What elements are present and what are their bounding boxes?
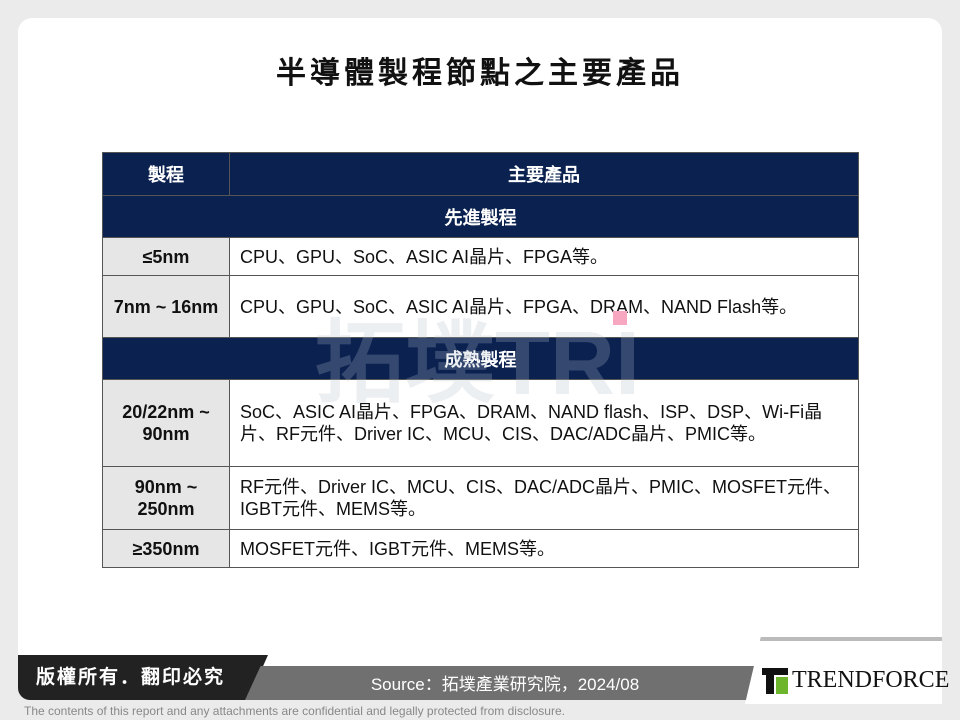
products-cell: CPU、GPU、SoC、ASIC AI晶片、FPGA、DRAM、NAND Fla… bbox=[229, 275, 859, 338]
header-process: 製程 bbox=[102, 152, 230, 196]
process-cell: 20/22nm ~ 90nm bbox=[102, 379, 230, 467]
products-cell: SoC、ASIC AI晶片、FPGA、DRAM、NAND flash、ISP、D… bbox=[229, 379, 859, 467]
pink-marker bbox=[613, 311, 627, 325]
process-products-table: 製程 主要產品 先進製程 ≤5nm CPU、GPU、SoC、ASIC AI晶片、… bbox=[102, 152, 859, 568]
table-row: 20/22nm ~ 90nm SoC、ASIC AI晶片、FPGA、DRAM、N… bbox=[102, 379, 859, 467]
process-cell: 90nm ~ 250nm bbox=[102, 466, 230, 530]
page-title: 半導體製程節點之主要產品 bbox=[276, 56, 684, 91]
trendforce-logo: TRENDFORCE bbox=[762, 667, 949, 694]
copyright-label: 版權所有．翻印必究 bbox=[18, 655, 268, 700]
section-label: 先進製程 bbox=[102, 195, 859, 238]
table-row: ≤5nm CPU、GPU、SoC、ASIC AI晶片、FPGA等。 bbox=[102, 237, 859, 276]
table-row: ≥350nm MOSFET元件、IGBT元件、MEMS等。 bbox=[102, 529, 859, 568]
trendforce-logo-icon bbox=[762, 667, 788, 694]
section-row: 先進製程 bbox=[102, 195, 859, 238]
products-cell: MOSFET元件、IGBT元件、MEMS等。 bbox=[229, 529, 859, 568]
table-row: 7nm ~ 16nm CPU、GPU、SoC、ASIC AI晶片、FPGA、DR… bbox=[102, 275, 859, 338]
section-label: 成熟製程 bbox=[102, 337, 859, 380]
process-cell: ≥350nm bbox=[102, 529, 230, 568]
table-header-row: 製程 主要產品 bbox=[102, 152, 859, 196]
section-row: 成熟製程 bbox=[102, 337, 859, 380]
products-cell: CPU、GPU、SoC、ASIC AI晶片、FPGA等。 bbox=[229, 237, 859, 276]
products-cell: RF元件、Driver IC、MCU、CIS、DAC/ADC晶片、PMIC、MO… bbox=[229, 466, 859, 530]
source-label: Source：拓墣產業研究院，2024/08 bbox=[245, 666, 765, 700]
disclaimer: The contents of this report and any atta… bbox=[24, 704, 565, 718]
process-cell: 7nm ~ 16nm bbox=[102, 275, 230, 338]
table-row: 90nm ~ 250nm RF元件、Driver IC、MCU、CIS、DAC/… bbox=[102, 466, 859, 530]
header-products: 主要產品 bbox=[229, 152, 859, 196]
process-cell: ≤5nm bbox=[102, 237, 230, 276]
logo-text: TRENDFORCE bbox=[792, 667, 950, 693]
